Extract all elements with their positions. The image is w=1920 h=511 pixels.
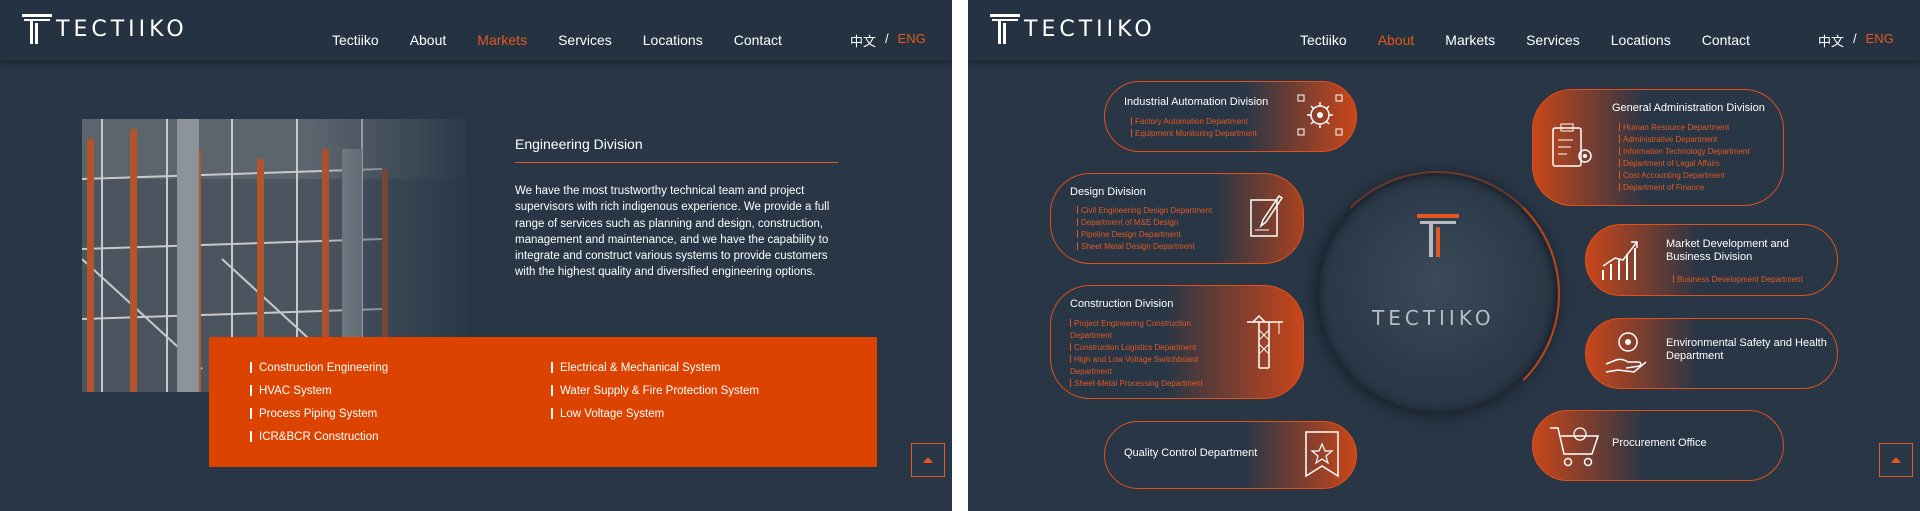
lang-chinese[interactable]: 中文 xyxy=(850,31,876,50)
dept-item: Equipment Monitoring Department xyxy=(1131,128,1257,140)
dept-list: Civil Engineering Design Department Depa… xyxy=(1077,205,1212,253)
division-title: Design Division xyxy=(1070,186,1146,198)
nav-item-markets[interactable]: Markets xyxy=(1445,32,1495,48)
dept-list: Project Engineering Construction Departm… xyxy=(1070,318,1210,390)
arrow-up-icon xyxy=(1891,457,1901,463)
nav-item-contact[interactable]: Contact xyxy=(1702,32,1750,48)
service-item[interactable]: Construction Engineering xyxy=(250,356,388,379)
dept-list: Factory Automation Department Equipment … xyxy=(1131,116,1257,140)
lang-separator: / xyxy=(1853,31,1857,46)
brand-wordmark: TECTIIKO xyxy=(1024,16,1156,42)
back-to-top-button[interactable] xyxy=(1879,443,1913,477)
nav-item-locations[interactable]: Locations xyxy=(1611,32,1671,48)
nav-item-markets[interactable]: Markets xyxy=(477,32,527,48)
lang-separator: / xyxy=(885,31,889,46)
clipboard-gear-icon xyxy=(1552,123,1592,167)
nav-item-contact[interactable]: Contact xyxy=(734,32,782,48)
services-list-col2: Electrical & Mechanical System Water Sup… xyxy=(551,356,759,425)
logo-mark-icon xyxy=(990,14,1020,44)
division-title: Market Development and Business Division xyxy=(1666,238,1789,263)
dept-item: Business Development Department xyxy=(1673,274,1803,286)
dept-item: Department of Legal Affairs xyxy=(1619,158,1750,170)
dept-item: Construction Logistics Department xyxy=(1070,342,1210,354)
quality-badge-icon xyxy=(1305,431,1339,478)
service-item[interactable]: ICR&BCR Construction xyxy=(250,425,388,448)
header-bar: TECTIIKO Tectiiko About Markets Services… xyxy=(0,0,952,60)
nav-item-services[interactable]: Services xyxy=(558,32,612,48)
back-to-top-button[interactable] xyxy=(911,443,945,477)
design-document-pen-icon xyxy=(1250,194,1284,237)
brand-logo[interactable]: TECTIIKO xyxy=(990,12,1156,46)
nav-item-about[interactable]: About xyxy=(410,32,447,48)
main-nav: Tectiiko About Markets Services Location… xyxy=(332,32,813,48)
service-item[interactable]: HVAC System xyxy=(250,379,388,402)
division-title: Environmental Safety and Health Departme… xyxy=(1666,337,1827,362)
markets-page-panel: TECTIIKO Tectiiko About Markets Services… xyxy=(0,0,952,511)
dept-item: Human Resource Department xyxy=(1619,122,1750,134)
center-logo-mark-icon xyxy=(1417,214,1459,257)
header-bar: TECTIIKO Tectiiko About Markets Services… xyxy=(968,0,1920,60)
division-title: Quality Control Department xyxy=(1124,447,1258,459)
dept-item: Cost Accounting Department xyxy=(1619,170,1750,182)
logo-mark-icon xyxy=(22,14,52,44)
crane-icon xyxy=(1247,314,1283,369)
division-title: Procurement Office xyxy=(1612,437,1707,449)
dept-list: Business Development Department xyxy=(1673,274,1803,286)
main-nav: Tectiiko About Markets Services Location… xyxy=(1300,32,1781,48)
nav-item-services[interactable]: Services xyxy=(1526,32,1580,48)
dept-list: Human Resource Department Administrative… xyxy=(1619,122,1750,194)
lang-english[interactable]: ENG xyxy=(1866,31,1894,50)
service-item[interactable]: Process Piping System xyxy=(250,402,388,425)
dept-item: Pipeline Design Department xyxy=(1077,229,1212,241)
dept-item: Information Technology Department xyxy=(1619,146,1750,158)
division-title: Industrial Automation Division xyxy=(1124,96,1269,108)
dept-item: Administrative Department xyxy=(1619,134,1750,146)
division-title-underline xyxy=(515,162,838,163)
automation-gear-icon xyxy=(1297,94,1343,136)
service-item[interactable]: Electrical & Mechanical System xyxy=(551,356,759,379)
division-description: We have the most trustworthy technical t… xyxy=(515,185,830,279)
services-list-col1: Construction Engineering HVAC System Pro… xyxy=(250,356,388,448)
center-brand-label: TECTIIKO xyxy=(1372,306,1495,330)
dept-item: Sheet-Metal Processing Department xyxy=(1070,378,1210,390)
nav-item-locations[interactable]: Locations xyxy=(643,32,703,48)
service-item[interactable]: Low Voltage System xyxy=(551,402,759,425)
language-switcher: 中文 / ENG xyxy=(1818,31,1894,50)
shopping-cart-icon xyxy=(1550,427,1600,467)
nav-item-tectiiko[interactable]: Tectiiko xyxy=(1300,32,1347,48)
brand-wordmark: TECTIIKO xyxy=(56,16,188,42)
division-title: Engineering Division xyxy=(515,136,643,152)
growth-chart-icon xyxy=(1602,241,1638,280)
dept-item: Sheet Metal Design Department xyxy=(1077,241,1212,253)
nav-item-about[interactable]: About xyxy=(1378,32,1415,48)
lang-chinese[interactable]: 中文 xyxy=(1818,31,1844,50)
dept-item: High and Low Voltage Switchboard Departm… xyxy=(1070,354,1210,378)
arrow-up-icon xyxy=(923,457,933,463)
division-title: Construction Division xyxy=(1070,298,1174,310)
lang-english[interactable]: ENG xyxy=(898,31,926,50)
dept-item: Civil Engineering Design Department xyxy=(1077,205,1212,217)
brand-logo[interactable]: TECTIIKO xyxy=(22,12,188,46)
nav-item-tectiiko[interactable]: Tectiiko xyxy=(332,32,379,48)
language-switcher: 中文 / ENG xyxy=(850,31,926,50)
center-logo-circle xyxy=(1319,176,1555,412)
dept-item: Factory Automation Department xyxy=(1131,116,1257,128)
service-item[interactable]: Water Supply & Fire Protection System xyxy=(551,379,759,402)
dept-item: Department of M&E Design xyxy=(1077,217,1212,229)
division-title: General Administration Division xyxy=(1612,102,1765,114)
dept-item: Department of Finance xyxy=(1619,182,1750,194)
dept-item: Project Engineering Construction Departm… xyxy=(1070,318,1210,342)
hand-gear-icon xyxy=(1605,332,1647,373)
